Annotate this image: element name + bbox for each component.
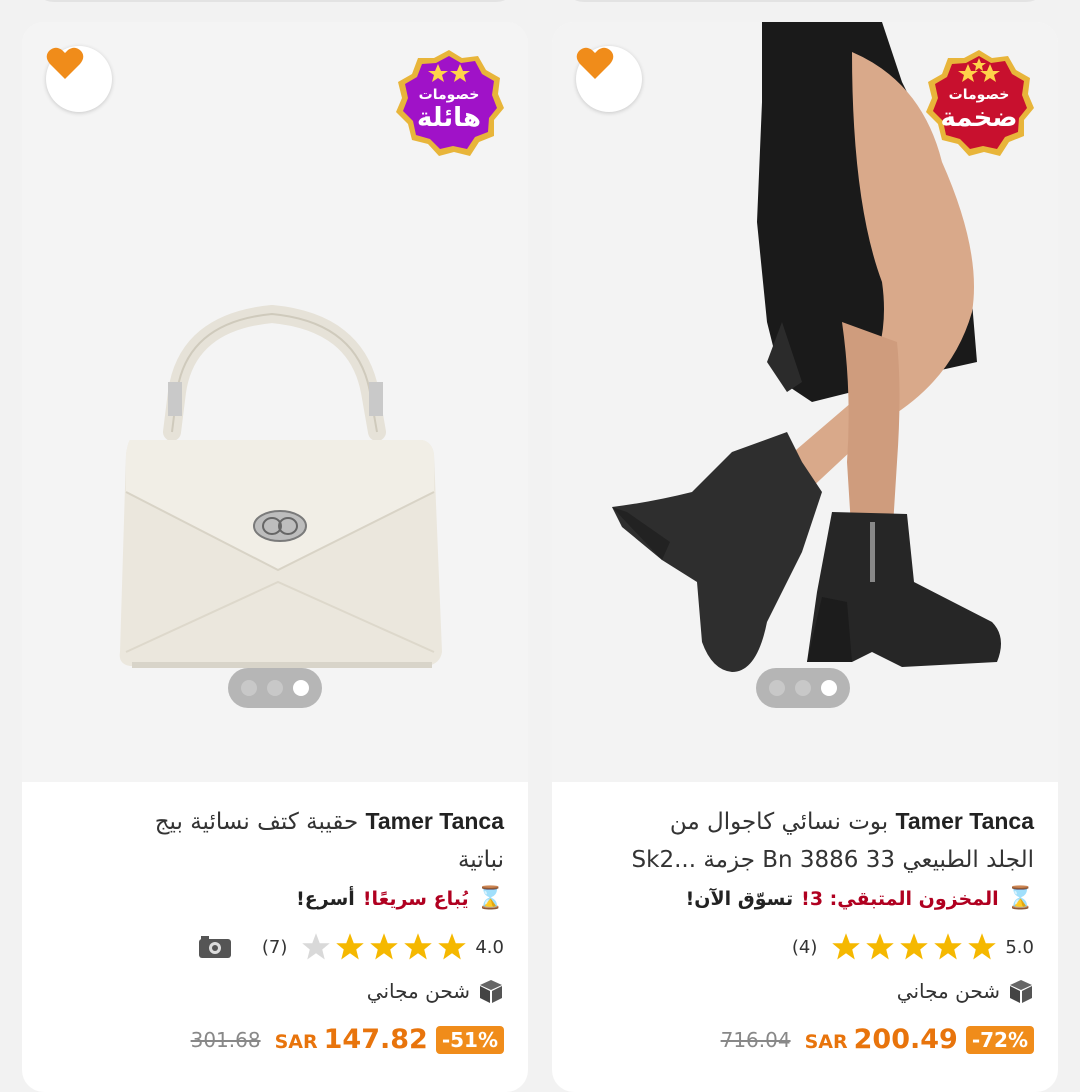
star-icon — [968, 933, 997, 960]
carousel-dot[interactable] — [241, 680, 257, 696]
product-info: Tamer Tanca حقيبة كتف نسائية بيج نباتية … — [22, 782, 528, 1092]
urgency-cta: تسوّق الآن! — [685, 887, 794, 910]
original-price: 716.04 — [720, 1027, 791, 1052]
star-icon — [900, 933, 929, 960]
carousel-dot[interactable] — [769, 680, 785, 696]
stock-urgency: ⌛ يُباع سريعًا! أسرع! — [296, 886, 504, 911]
shipping-info: شحن مجاني — [897, 978, 1034, 1004]
badge-label-top: خصومات — [418, 87, 480, 103]
favorite-button[interactable] — [576, 46, 642, 112]
price-row: -51% SAR 147.82 301.68 — [191, 1024, 504, 1055]
price-amount: 147.82 — [323, 1024, 428, 1055]
rating-value: 4.0 — [475, 936, 504, 958]
product-title-line1: حقيبة كتف نسائية بيج — [154, 809, 359, 835]
rating-row[interactable]: 5.0 (4) — [792, 932, 1034, 962]
product-card-boots[interactable]: خصومات ضخمة Tamer Tanca بوت نسائي كاجوال… — [552, 22, 1058, 1092]
camera-icon[interactable] — [198, 935, 232, 959]
star-icon — [832, 933, 861, 960]
star-icon — [404, 933, 433, 960]
package-icon — [1010, 980, 1032, 1003]
shipping-text: شحن مجاني — [366, 979, 470, 1003]
star-icon — [302, 933, 331, 960]
discount-badge: -72% — [965, 1025, 1034, 1054]
urgency-text: المخزون المتبقي: 3! — [801, 887, 999, 910]
product-brand: Tamer Tanca — [365, 808, 504, 834]
current-price: SAR 147.82 — [275, 1024, 428, 1055]
star-icon — [336, 933, 365, 960]
star-icon — [438, 933, 467, 960]
previous-card-bottom — [562, 0, 1048, 2]
product-title-line2: الجلد الطبيعي 33 Bn 3886 جزمة ...Sk2 — [631, 847, 1034, 873]
carousel-dot[interactable] — [795, 680, 811, 696]
carousel-dot-active[interactable] — [293, 680, 309, 696]
price-row: -72% SAR 200.49 716.04 — [721, 1024, 1034, 1055]
product-title[interactable]: Tamer Tanca بوت نسائي كاجوال من الجلد ال… — [574, 802, 1034, 879]
review-count: (7) — [261, 936, 288, 958]
rating-row[interactable]: 4.0 (7) — [198, 932, 504, 962]
product-image-boots[interactable]: خصومات ضخمة — [552, 22, 1058, 782]
currency: SAR — [804, 1031, 848, 1053]
currency: SAR — [274, 1031, 318, 1053]
discount-badge: -51% — [435, 1025, 504, 1054]
favorite-button[interactable] — [46, 46, 112, 112]
product-info: Tamer Tanca بوت نسائي كاجوال من الجلد ال… — [552, 782, 1058, 1092]
review-count: (4) — [791, 936, 818, 958]
carousel-indicator[interactable] — [756, 668, 850, 708]
carousel-dot-active[interactable] — [821, 680, 837, 696]
hourglass-icon: ⌛ — [476, 886, 504, 911]
urgency-cta: أسرع! — [296, 887, 355, 910]
shipping-text: شحن مجاني — [896, 979, 1000, 1003]
price-amount: 200.49 — [853, 1024, 958, 1055]
rating-stars — [831, 932, 997, 962]
current-price: SAR 200.49 — [805, 1024, 958, 1055]
carousel-dot[interactable] — [267, 680, 283, 696]
promo-badge: خصومات هائلة — [394, 48, 504, 158]
product-card-bag[interactable]: خصومات هائلة Tamer Tanca حقيبة كتف نسائي… — [22, 22, 528, 1092]
stock-urgency: ⌛ المخزون المتبقي: 3! تسوّق الآن! — [686, 886, 1034, 911]
carousel-indicator[interactable] — [228, 668, 322, 708]
package-icon — [480, 980, 502, 1003]
hourglass-icon: ⌛ — [1006, 886, 1034, 911]
original-price: 301.68 — [190, 1027, 261, 1052]
star-icon — [370, 933, 399, 960]
heart-icon — [46, 47, 84, 79]
urgency-text: يُباع سريعًا! — [362, 887, 469, 910]
badge-label-main: ضخمة — [940, 103, 1018, 133]
heart-icon — [576, 47, 614, 79]
product-brand: Tamer Tanca — [895, 808, 1034, 834]
rating-stars — [301, 932, 467, 962]
rating-value: 5.0 — [1005, 936, 1034, 958]
product-title[interactable]: Tamer Tanca حقيبة كتف نسائية بيج نباتية — [44, 802, 504, 879]
promo-badge: خصومات ضخمة — [924, 48, 1034, 158]
star-icon — [934, 933, 963, 960]
badge-label-main: هائلة — [417, 103, 481, 133]
badge-label-top: خصومات — [948, 87, 1010, 103]
product-title-line2: نباتية — [457, 847, 504, 873]
product-title-line1: بوت نسائي كاجوال من — [669, 809, 889, 835]
product-image-bag[interactable]: خصومات هائلة — [22, 22, 528, 782]
star-icon — [866, 933, 895, 960]
previous-card-bottom — [32, 0, 518, 2]
shipping-info: شحن مجاني — [367, 978, 504, 1004]
